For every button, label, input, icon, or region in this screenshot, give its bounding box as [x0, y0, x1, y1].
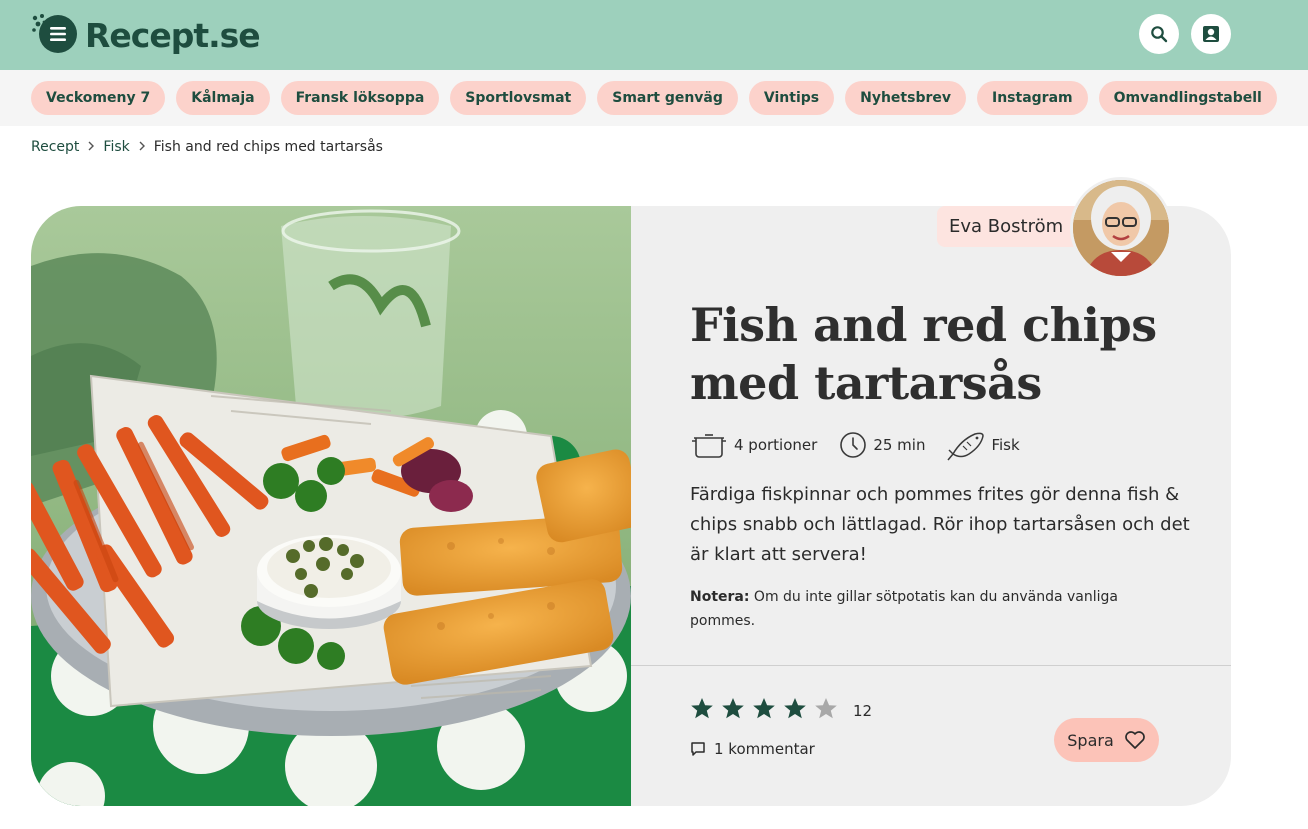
- heart-icon: [1124, 731, 1145, 749]
- rating-stars[interactable]: 12: [690, 697, 872, 724]
- recipe-title: Fish and red chips med tartarsås: [690, 298, 1157, 410]
- chevron-right-icon: [138, 140, 146, 154]
- search-icon: [1151, 26, 1168, 43]
- category-chip[interactable]: Fransk löksoppa: [280, 81, 440, 115]
- breadcrumb-current: Fish and red chips med tartarsås: [153, 139, 383, 155]
- account-button[interactable]: [1191, 14, 1231, 54]
- recipe-note: Notera: Om du inte gillar sötpotatis kan…: [690, 585, 1170, 633]
- category-bar: Veckomeny 7 Kålmaja Fransk löksoppa Spor…: [0, 70, 1308, 126]
- category-chip-list: Veckomeny 7 Kålmaja Fransk löksoppa Spor…: [31, 81, 1277, 115]
- hamburger-menu-icon: [50, 27, 66, 41]
- meta-category-text[interactable]: Fisk: [991, 436, 1019, 454]
- author-avatar-image: [1073, 180, 1169, 276]
- category-chip[interactable]: Kålmaja: [176, 81, 270, 115]
- meta-portions: 4 portioner: [690, 430, 817, 460]
- meta-category[interactable]: Fisk: [947, 428, 1020, 462]
- recipe-meta: 4 portioner 25 min Fisk: [690, 428, 1042, 462]
- search-button[interactable]: [1139, 14, 1179, 54]
- category-chip[interactable]: Smart genväg: [597, 81, 738, 115]
- clock-icon: [840, 432, 867, 458]
- breadcrumb-link-recept[interactable]: Recept: [31, 139, 79, 155]
- star-icon[interactable]: [814, 697, 838, 724]
- category-chip[interactable]: Nyhetsbrev: [845, 81, 966, 115]
- save-button[interactable]: Spara: [1054, 718, 1159, 762]
- meta-time: 25 min: [839, 431, 925, 459]
- comments-link[interactable]: 1 kommentar: [690, 740, 815, 758]
- breadcrumb: Recept Fisk Fish and red chips med tarta…: [31, 139, 383, 155]
- breadcrumb-link-fisk[interactable]: Fisk: [103, 139, 129, 155]
- comment-icon: [691, 742, 705, 756]
- save-button-label: Spara: [1067, 730, 1114, 750]
- category-more-indicator[interactable]: ·: [1249, 90, 1252, 101]
- recipe-description: Färdiga fiskpinnar och pommes frites gör…: [690, 484, 1190, 565]
- site-header: Recept.se: [0, 0, 1308, 70]
- menu-button[interactable]: [31, 12, 77, 58]
- author-avatar[interactable]: [1070, 177, 1172, 279]
- note-label: Notera:: [690, 589, 750, 605]
- rating-count: 12: [853, 701, 873, 720]
- category-chip[interactable]: Veckomeny 7: [31, 81, 166, 115]
- meta-time-text: 25 min: [873, 436, 926, 454]
- logo-text[interactable]: Recept.se: [85, 16, 261, 55]
- category-chip[interactable]: Instagram: [977, 81, 1088, 115]
- meta-portions-text: 4 portioner: [734, 436, 818, 454]
- star-icon[interactable]: [721, 697, 745, 724]
- star-icon[interactable]: [752, 697, 776, 724]
- star-icon[interactable]: [783, 697, 807, 724]
- category-chip[interactable]: Vintips: [748, 81, 835, 115]
- comments-count-text[interactable]: 1 kommentar: [714, 740, 815, 758]
- site-logo[interactable]: Recept.se: [31, 12, 261, 58]
- fish-icon: [947, 432, 985, 461]
- divider: [631, 665, 1231, 666]
- chevron-right-icon: [87, 140, 95, 154]
- category-chip[interactable]: Sportlovsmat: [450, 81, 587, 115]
- user-account-icon: [1203, 26, 1219, 42]
- recipe-photo: [31, 206, 631, 806]
- note-text: Om du inte gillar sötpotatis kan du anvä…: [690, 589, 1118, 629]
- star-icon[interactable]: [690, 697, 714, 724]
- pot-icon: [692, 434, 726, 458]
